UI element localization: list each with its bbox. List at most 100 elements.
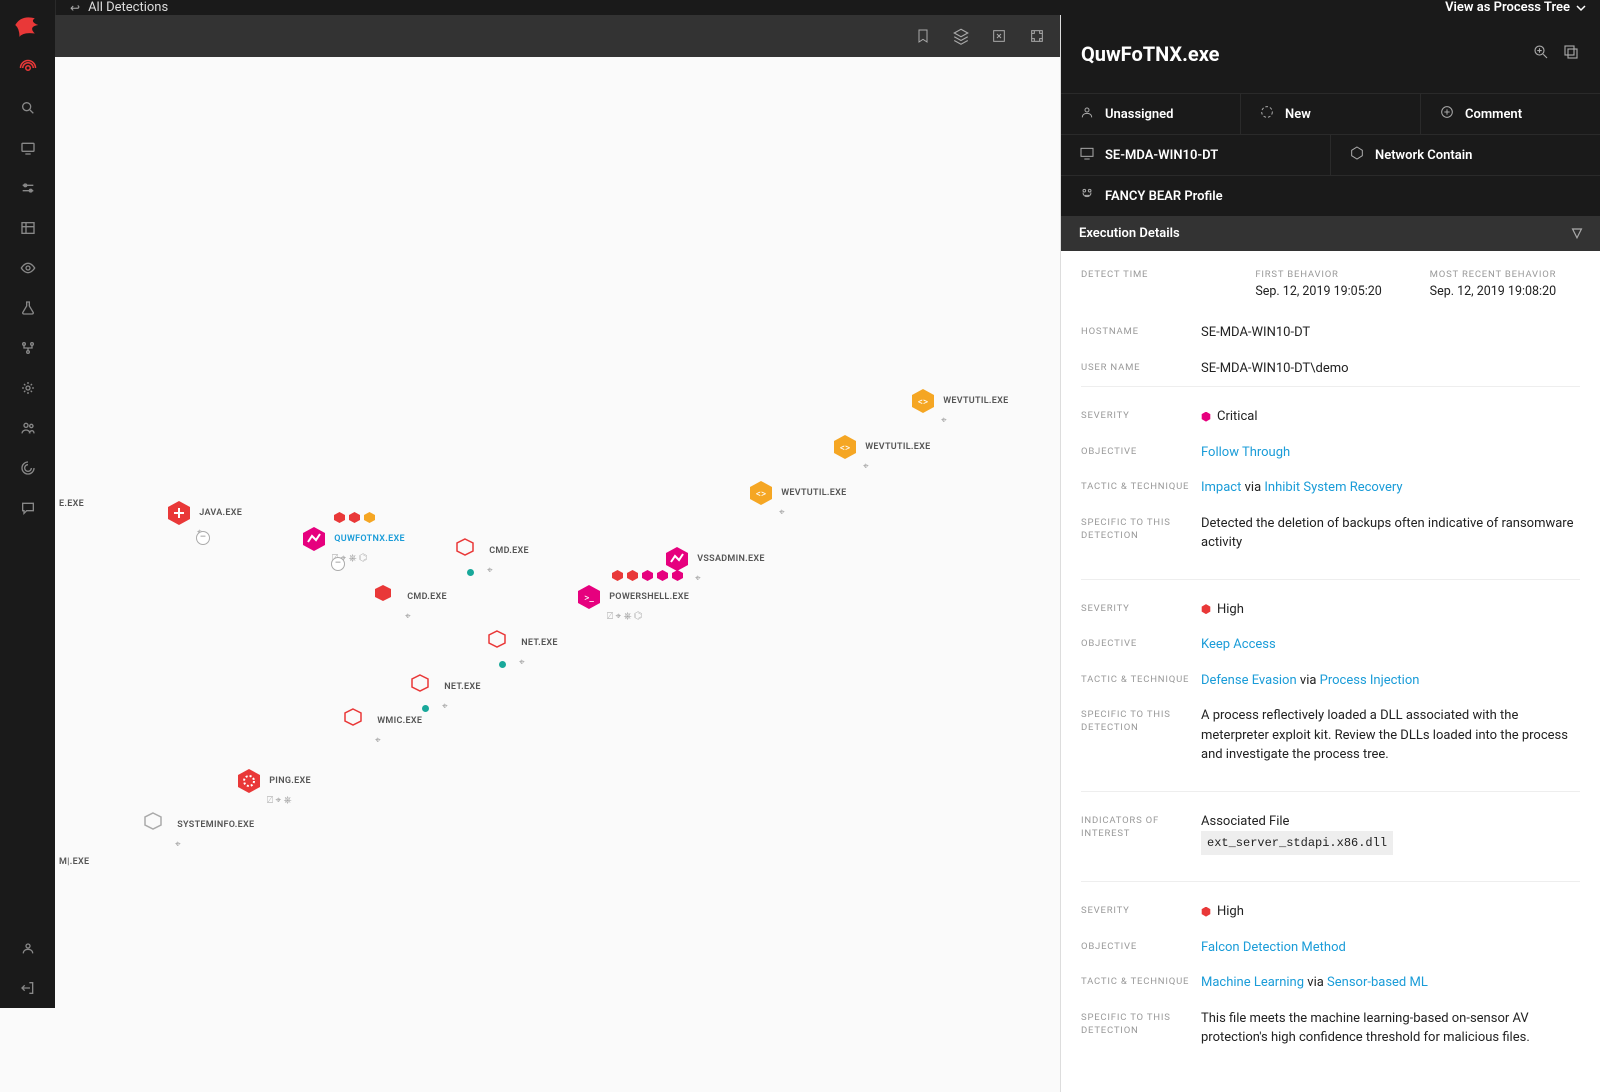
svg-text:<>: <>: [756, 489, 766, 500]
nav-users-icon[interactable]: [0, 408, 55, 448]
expand-icon[interactable]: [990, 27, 1008, 45]
actor-profile-tag[interactable]: FANCY BEAR Profile: [1061, 176, 1600, 216]
svg-text:>_: >_: [584, 593, 594, 604]
nav-logout-icon[interactable]: [0, 968, 55, 1008]
fullscreen-icon[interactable]: [1028, 27, 1046, 45]
canvas-column: E.EXE JAVA.EXE ⌖ – QUWFOTNX.EXE: [55, 15, 1060, 1092]
hex-icon: [143, 811, 171, 839]
status-tag[interactable]: New: [1241, 94, 1421, 134]
collapse-toggle[interactable]: –: [331, 557, 345, 571]
hex-icon: [487, 629, 515, 657]
hex-icon: <>: [747, 479, 775, 507]
copy-icon[interactable]: [1562, 43, 1580, 65]
nav-table-icon[interactable]: [0, 208, 55, 248]
objective-link[interactable]: Keep Access: [1201, 637, 1276, 652]
ioi-block: INDICATORS OF INTERESTAssociated Fileext…: [1081, 791, 1580, 864]
topbar: ↩ All Detections View as Process Tree: [55, 0, 1600, 15]
sidebar-left: [0, 0, 55, 1008]
hex-icon: <>: [831, 433, 859, 461]
main: ↩ All Detections View as Process Tree: [55, 0, 1600, 1008]
chevron-down-icon: ▽: [1572, 226, 1582, 241]
status-icon: [1259, 104, 1275, 124]
associated-file: ext_server_stdapi.x86.dll: [1201, 831, 1393, 855]
details-body: DETECT TIME FIRST BEHAVIORSep. 12, 2019 …: [1061, 251, 1600, 1092]
node-powershell[interactable]: >_ POWERSHELL.EXE ⍁ ⌖ ⎈ ⌬: [575, 583, 689, 622]
collapse-toggle[interactable]: –: [196, 531, 210, 545]
nav-flask-icon[interactable]: [0, 288, 55, 328]
objective-link[interactable]: Falcon Detection Method: [1201, 940, 1346, 955]
nav-sliders-icon[interactable]: [0, 168, 55, 208]
assigned-tag[interactable]: Unassigned: [1061, 94, 1241, 134]
tag-row-2: SE-MDA-WIN10-DT Network Contain: [1061, 134, 1600, 175]
tree-edges: [55, 57, 355, 207]
nav-swirl-icon[interactable]: [0, 448, 55, 488]
tactic-link[interactable]: Impact: [1201, 480, 1241, 495]
tactic-link[interactable]: Defense Evasion: [1201, 673, 1297, 688]
technique-link[interactable]: Process Injection: [1320, 673, 1420, 688]
page-title: QuwFoTNX.exe: [1081, 42, 1520, 66]
view-as-toggle[interactable]: View as Process Tree: [1445, 0, 1586, 15]
plus-circle-icon: [1439, 104, 1455, 124]
node-ping[interactable]: PING.EXE ⍁ ⌖ ⎈: [235, 767, 311, 806]
tag-row-1: Unassigned New Comment: [1061, 93, 1600, 134]
node-wmic[interactable]: WMIC.EXE ⌖: [343, 707, 422, 746]
brand-logo[interactable]: [11, 8, 45, 42]
nav-monitor-icon[interactable]: [0, 128, 55, 168]
hex-icon: [165, 499, 193, 527]
contain-tag[interactable]: Network Contain: [1331, 135, 1600, 175]
chevron-down-icon: [1576, 3, 1586, 13]
nav-activity-icon[interactable]: [0, 48, 55, 88]
section-execution-details[interactable]: Execution Details ▽: [1061, 216, 1600, 251]
monitor-icon: [1079, 145, 1095, 165]
investigate-icon[interactable]: [1532, 43, 1550, 65]
nav-spark-icon[interactable]: [0, 368, 55, 408]
breadcrumb[interactable]: ↩ All Detections: [70, 0, 168, 15]
node-cmd[interactable]: CMD.EXE ⌖: [373, 583, 447, 622]
contain-icon: [1349, 145, 1365, 165]
technique-link[interactable]: Inhibit System Recovery: [1264, 480, 1402, 495]
view-as-label: View as Process Tree: [1445, 0, 1570, 15]
hex-icon: [373, 583, 401, 611]
layers-icon[interactable]: [952, 27, 970, 45]
severity-dot: [1201, 604, 1211, 614]
nav-eye-icon[interactable]: [0, 248, 55, 288]
hex-icon: >_: [575, 583, 603, 611]
node-quwfotnx[interactable]: QUWFOTNX.EXE ⍁ ⌖ ⎈ ⌬: [300, 525, 405, 564]
svg-text:<>: <>: [918, 397, 928, 408]
panel-header: QuwFoTNX.exe: [1061, 15, 1600, 93]
status-dot: [422, 705, 429, 712]
svg-text:<>: <>: [840, 443, 850, 454]
comment-tag[interactable]: Comment: [1421, 94, 1600, 134]
nav-chat-icon[interactable]: [0, 488, 55, 528]
process-tree-canvas[interactable]: E.EXE JAVA.EXE ⌖ – QUWFOTNX.EXE: [55, 57, 1060, 1092]
canvas-toolbar: [55, 15, 1060, 57]
hex-icon: [410, 673, 438, 701]
detection-block: SEVERITYHigh OBJECTIVEKeep Access TACTIC…: [1081, 579, 1580, 773]
status-dot: [467, 569, 474, 576]
nav-search-icon[interactable]: [0, 88, 55, 128]
objective-link[interactable]: Follow Through: [1201, 445, 1290, 460]
host-tag[interactable]: SE-MDA-WIN10-DT: [1061, 135, 1331, 175]
node-root[interactable]: E.EXE: [55, 499, 84, 509]
tactic-link[interactable]: Machine Learning: [1201, 975, 1304, 990]
detail-top-row: DETECT TIME FIRST BEHAVIORSep. 12, 2019 …: [1081, 269, 1580, 315]
bear-icon: [1079, 186, 1095, 206]
node-cmd[interactable]: CMD.EXE ⌖: [455, 537, 529, 576]
technique-link[interactable]: Sensor-based ML: [1327, 975, 1428, 990]
node-wevtutil[interactable]: <> WEVTUTIL.EXE ⌖: [747, 479, 847, 518]
hex-icon: [235, 767, 263, 795]
back-icon: ↩: [70, 1, 80, 15]
node-wevtutil[interactable]: <> WEVTUTIL.EXE ⌖: [909, 387, 1009, 426]
status-dot: [499, 661, 506, 668]
node-systeminfo[interactable]: SYSTEMINFO.EXE ⌖: [143, 811, 254, 850]
node-wevtutil[interactable]: <> WEVTUTIL.EXE ⌖: [831, 433, 931, 472]
content: E.EXE JAVA.EXE ⌖ – QUWFOTNX.EXE: [55, 15, 1600, 1092]
nav-branch-icon[interactable]: [0, 328, 55, 368]
node-badges: [333, 511, 376, 524]
bookmark-icon[interactable]: [914, 27, 932, 45]
hex-icon: [455, 537, 483, 565]
node-ml[interactable]: M|.EXE: [55, 857, 89, 867]
node-net[interactable]: NET.EXE ⌖: [487, 629, 558, 668]
nav-account-icon[interactable]: [0, 928, 55, 968]
hex-icon: [300, 525, 328, 553]
